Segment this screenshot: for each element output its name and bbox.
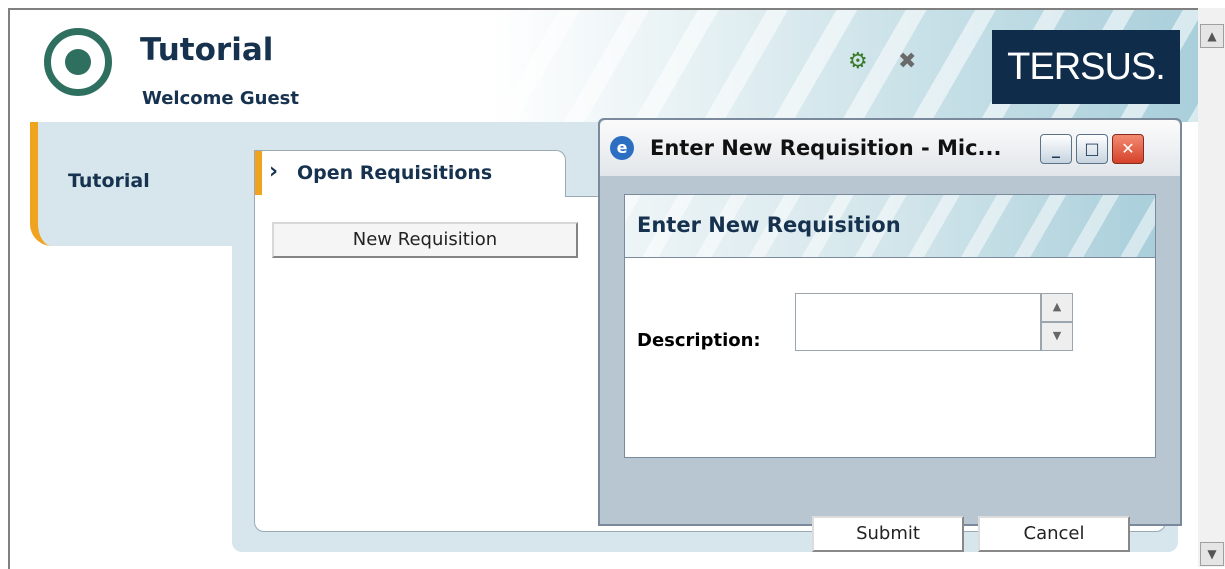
ie-icon: e <box>610 136 634 160</box>
maximize-button[interactable]: □ <box>1076 134 1108 164</box>
tools-icon[interactable]: ⚙ <box>848 50 868 74</box>
brand-logo: TERSUS. <box>992 30 1180 104</box>
description-label: Description: <box>637 330 761 351</box>
sidebar-item-label: Tutorial <box>68 170 150 192</box>
logo-icon <box>44 28 112 96</box>
cancel-button[interactable]: Cancel <box>978 516 1130 552</box>
dialog-body: Enter New Requisition Description: ▲ ▼ S… <box>608 176 1172 552</box>
scroll-up-icon[interactable]: ▲ <box>1200 24 1224 48</box>
tab-accent <box>255 151 262 195</box>
dialog-heading: Enter New Requisition <box>637 213 901 237</box>
minimize-button[interactable]: _ <box>1040 134 1072 164</box>
tab-label: Open Requisitions <box>297 162 493 184</box>
submit-button[interactable]: Submit <box>812 516 964 552</box>
vertical-scrollbar[interactable]: ▲ ▼ <box>1198 8 1225 567</box>
new-requisition-button[interactable]: New Requisition <box>272 222 578 258</box>
sidebar-item-tutorial[interactable]: Tutorial <box>30 122 248 246</box>
app-title: Tutorial <box>140 32 274 68</box>
dialog-window-title: Enter New Requisition - Mic... <box>650 136 1002 160</box>
spin-up-icon[interactable]: ▲ <box>1041 293 1073 322</box>
description-field[interactable] <box>795 293 1041 351</box>
requisition-dialog: e Enter New Requisition - Mic... _ □ ✕ E… <box>598 118 1182 552</box>
welcome-text: Welcome Guest <box>142 88 299 109</box>
scroll-down-icon[interactable]: ▼ <box>1200 542 1224 566</box>
close-button[interactable]: ✕ <box>1112 134 1144 164</box>
tab-open-requisitions[interactable]: › Open Requisitions <box>254 150 566 197</box>
dialog-form: Enter New Requisition Description: ▲ ▼ <box>624 194 1156 458</box>
spin-down-icon[interactable]: ▼ <box>1041 322 1073 351</box>
disabled-network-icon[interactable]: ✖ <box>898 50 916 74</box>
logo-dot <box>65 49 91 75</box>
dialog-form-header: Enter New Requisition <box>625 195 1155 258</box>
dialog-titlebar[interactable]: e Enter New Requisition - Mic... _ □ ✕ <box>600 120 1180 176</box>
chevron-right-icon: › <box>269 159 279 184</box>
